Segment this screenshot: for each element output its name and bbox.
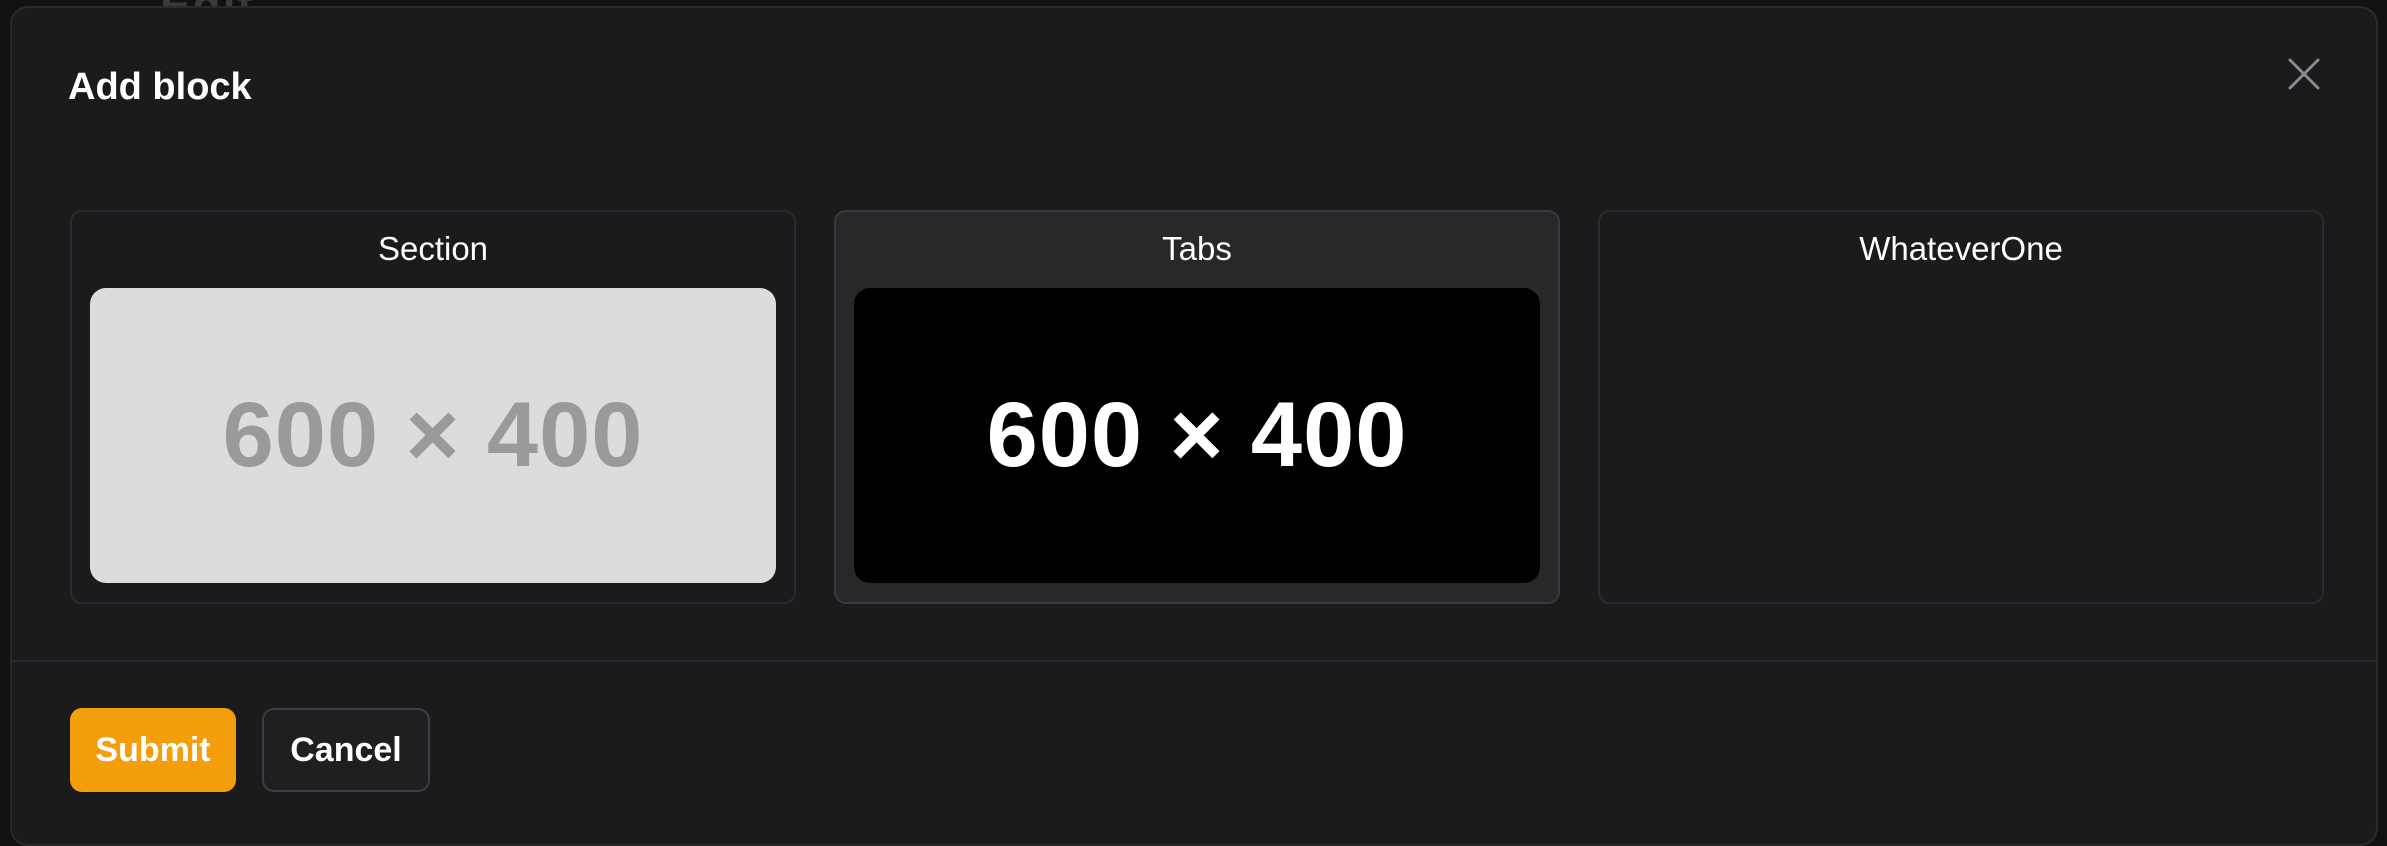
block-thumbnail: 600 × 400 — [854, 288, 1540, 583]
block-options: Section 600 × 400 Tabs 600 × 400 Whateve… — [70, 210, 2324, 604]
block-option-label: WhateverOne — [1859, 230, 2063, 267]
block-thumbnail: 600 × 400 — [90, 288, 776, 583]
block-option-label: Section — [377, 230, 489, 267]
block-option-section[interactable]: Section 600 × 400 — [70, 210, 796, 604]
cancel-button[interactable]: Cancel — [262, 708, 430, 792]
block-option-label: Tabs — [1162, 230, 1232, 267]
dialog-title: Add block — [68, 66, 252, 108]
footer-divider — [12, 660, 2376, 662]
close-button[interactable] — [2282, 52, 2326, 96]
submit-button[interactable]: Submit — [70, 708, 236, 792]
close-icon — [2288, 58, 2320, 90]
add-block-dialog: Add block Section 600 × 400 Tabs 600 × 4… — [10, 6, 2378, 846]
block-option-whateverone[interactable]: WhateverOne — [1598, 210, 2324, 604]
block-option-tabs[interactable]: Tabs 600 × 400 — [834, 210, 1560, 604]
